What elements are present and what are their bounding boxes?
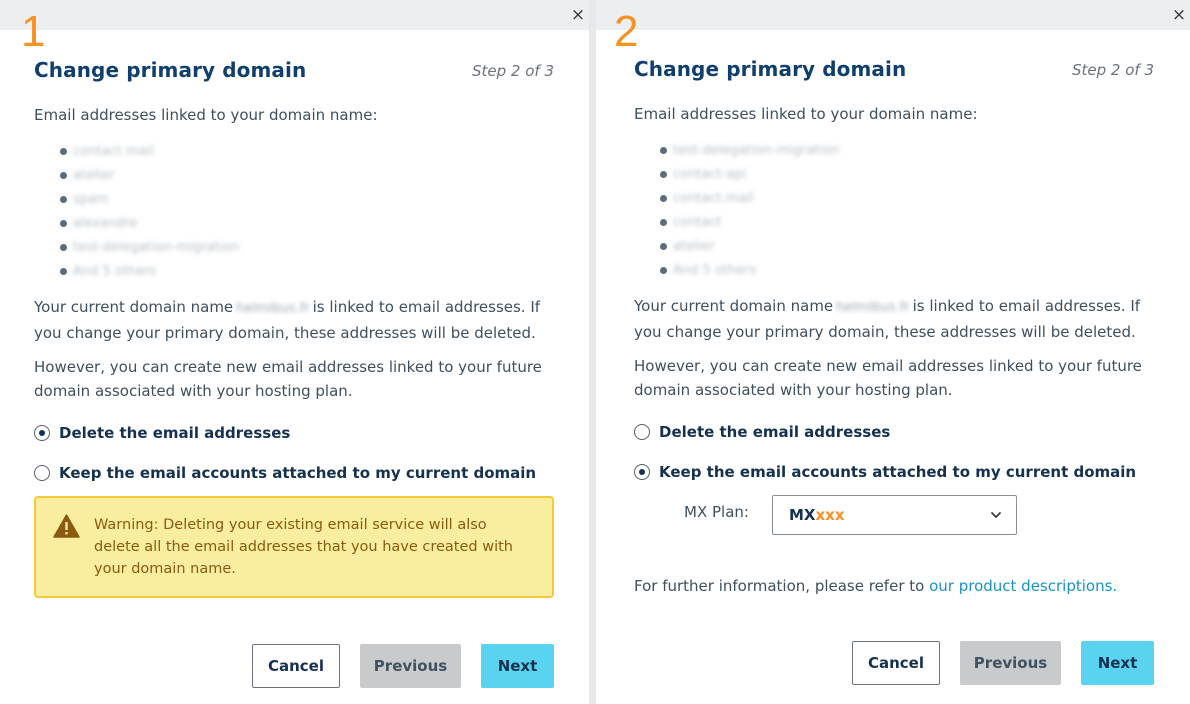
- bullet-icon: [60, 195, 67, 203]
- annotation-number: 2: [614, 7, 639, 56]
- list-item: atelier: [660, 234, 839, 258]
- list-item: And 5 others: [660, 258, 839, 282]
- close-icon[interactable]: ×: [1170, 5, 1188, 25]
- radio-keep[interactable]: [34, 465, 50, 481]
- bullet-icon: [660, 194, 667, 202]
- bullet-icon: [660, 242, 667, 250]
- bullet-icon: [660, 266, 667, 274]
- list-item: contact.mail: [60, 139, 239, 163]
- cancel-button[interactable]: Cancel: [852, 641, 940, 685]
- radio-delete[interactable]: [634, 424, 650, 440]
- email-list: contact.mail atelier spam alexandre test…: [60, 139, 239, 283]
- domain-warning-text: Your current domain name helmibus.fr is li…: [34, 298, 541, 342]
- close-icon[interactable]: ×: [569, 5, 587, 25]
- bullet-icon: [60, 171, 67, 179]
- dialog-title: Change primary domain: [634, 57, 907, 81]
- however-text: However, you can create new email addres…: [34, 358, 542, 400]
- chevron-down-icon: [991, 512, 1001, 518]
- dialog-step-2: × 2 Change primary domain Step 2 of 3 Em…: [596, 0, 1190, 704]
- bullet-icon: [60, 243, 67, 251]
- option-keep[interactable]: Keep the email accounts attached to my c…: [34, 462, 536, 484]
- domain-warning-text: Your current domain name helmibus.fr is li…: [634, 297, 1141, 341]
- dialog-header-bar: [596, 0, 1190, 30]
- option-delete[interactable]: Delete the email addresses: [634, 421, 890, 443]
- dialog-header-bar: [0, 0, 589, 30]
- bullet-icon: [60, 147, 67, 155]
- list-item: test-delegation-migration: [660, 138, 839, 162]
- email-intro-text: Email addresses linked to your domain na…: [634, 105, 978, 123]
- domain-name: helmibus.fr: [236, 301, 310, 316]
- previous-button[interactable]: Previous: [360, 644, 461, 688]
- warning-icon: [53, 514, 80, 538]
- domain-name: helmibus.fr: [836, 300, 910, 315]
- list-item: contact: [660, 210, 839, 234]
- mx-plan-select[interactable]: MX xxx: [772, 495, 1017, 535]
- option-keep[interactable]: Keep the email accounts attached to my c…: [634, 461, 1136, 483]
- step-indicator: Step 2 of 3: [1071, 61, 1154, 79]
- however-text: However, you can create new email addres…: [634, 357, 1142, 399]
- radio-delete[interactable]: [34, 425, 50, 441]
- product-descriptions-link[interactable]: our product descriptions.: [929, 577, 1117, 595]
- next-button[interactable]: Next: [1081, 641, 1154, 685]
- email-list: test-delegation-migration contact-api co…: [660, 138, 839, 282]
- previous-button[interactable]: Previous: [960, 641, 1061, 685]
- further-info-text: For further information, please refer to…: [634, 577, 1118, 595]
- bullet-icon: [60, 267, 67, 275]
- dialog-step-1: × 1 Change primary domain Step 2 of 3 Em…: [0, 0, 589, 704]
- email-intro-text: Email addresses linked to your domain na…: [34, 106, 378, 124]
- list-item: atelier: [60, 163, 239, 187]
- dialog-title: Change primary domain: [34, 58, 307, 82]
- annotation-number: 1: [21, 7, 46, 56]
- list-item: spam: [60, 187, 239, 211]
- bullet-icon: [660, 218, 667, 226]
- warning-box: Warning: Deleting your existing email se…: [34, 496, 554, 598]
- bullet-icon: [660, 146, 667, 154]
- bullet-icon: [660, 170, 667, 178]
- cancel-button[interactable]: Cancel: [252, 644, 340, 688]
- next-button[interactable]: Next: [481, 644, 554, 688]
- list-item: contact.mail: [660, 186, 839, 210]
- radio-keep[interactable]: [634, 464, 650, 480]
- list-item: contact-api: [660, 162, 839, 186]
- list-item: test-delegation-migration: [60, 235, 239, 259]
- step-indicator: Step 2 of 3: [471, 62, 554, 80]
- option-delete[interactable]: Delete the email addresses: [34, 422, 290, 444]
- bullet-icon: [60, 219, 67, 227]
- list-item: alexandre: [60, 211, 239, 235]
- warning-text: Warning: Deleting your existing email se…: [94, 517, 513, 577]
- mx-plan-label: MX Plan:: [684, 503, 749, 521]
- list-item: And 5 others: [60, 259, 239, 283]
